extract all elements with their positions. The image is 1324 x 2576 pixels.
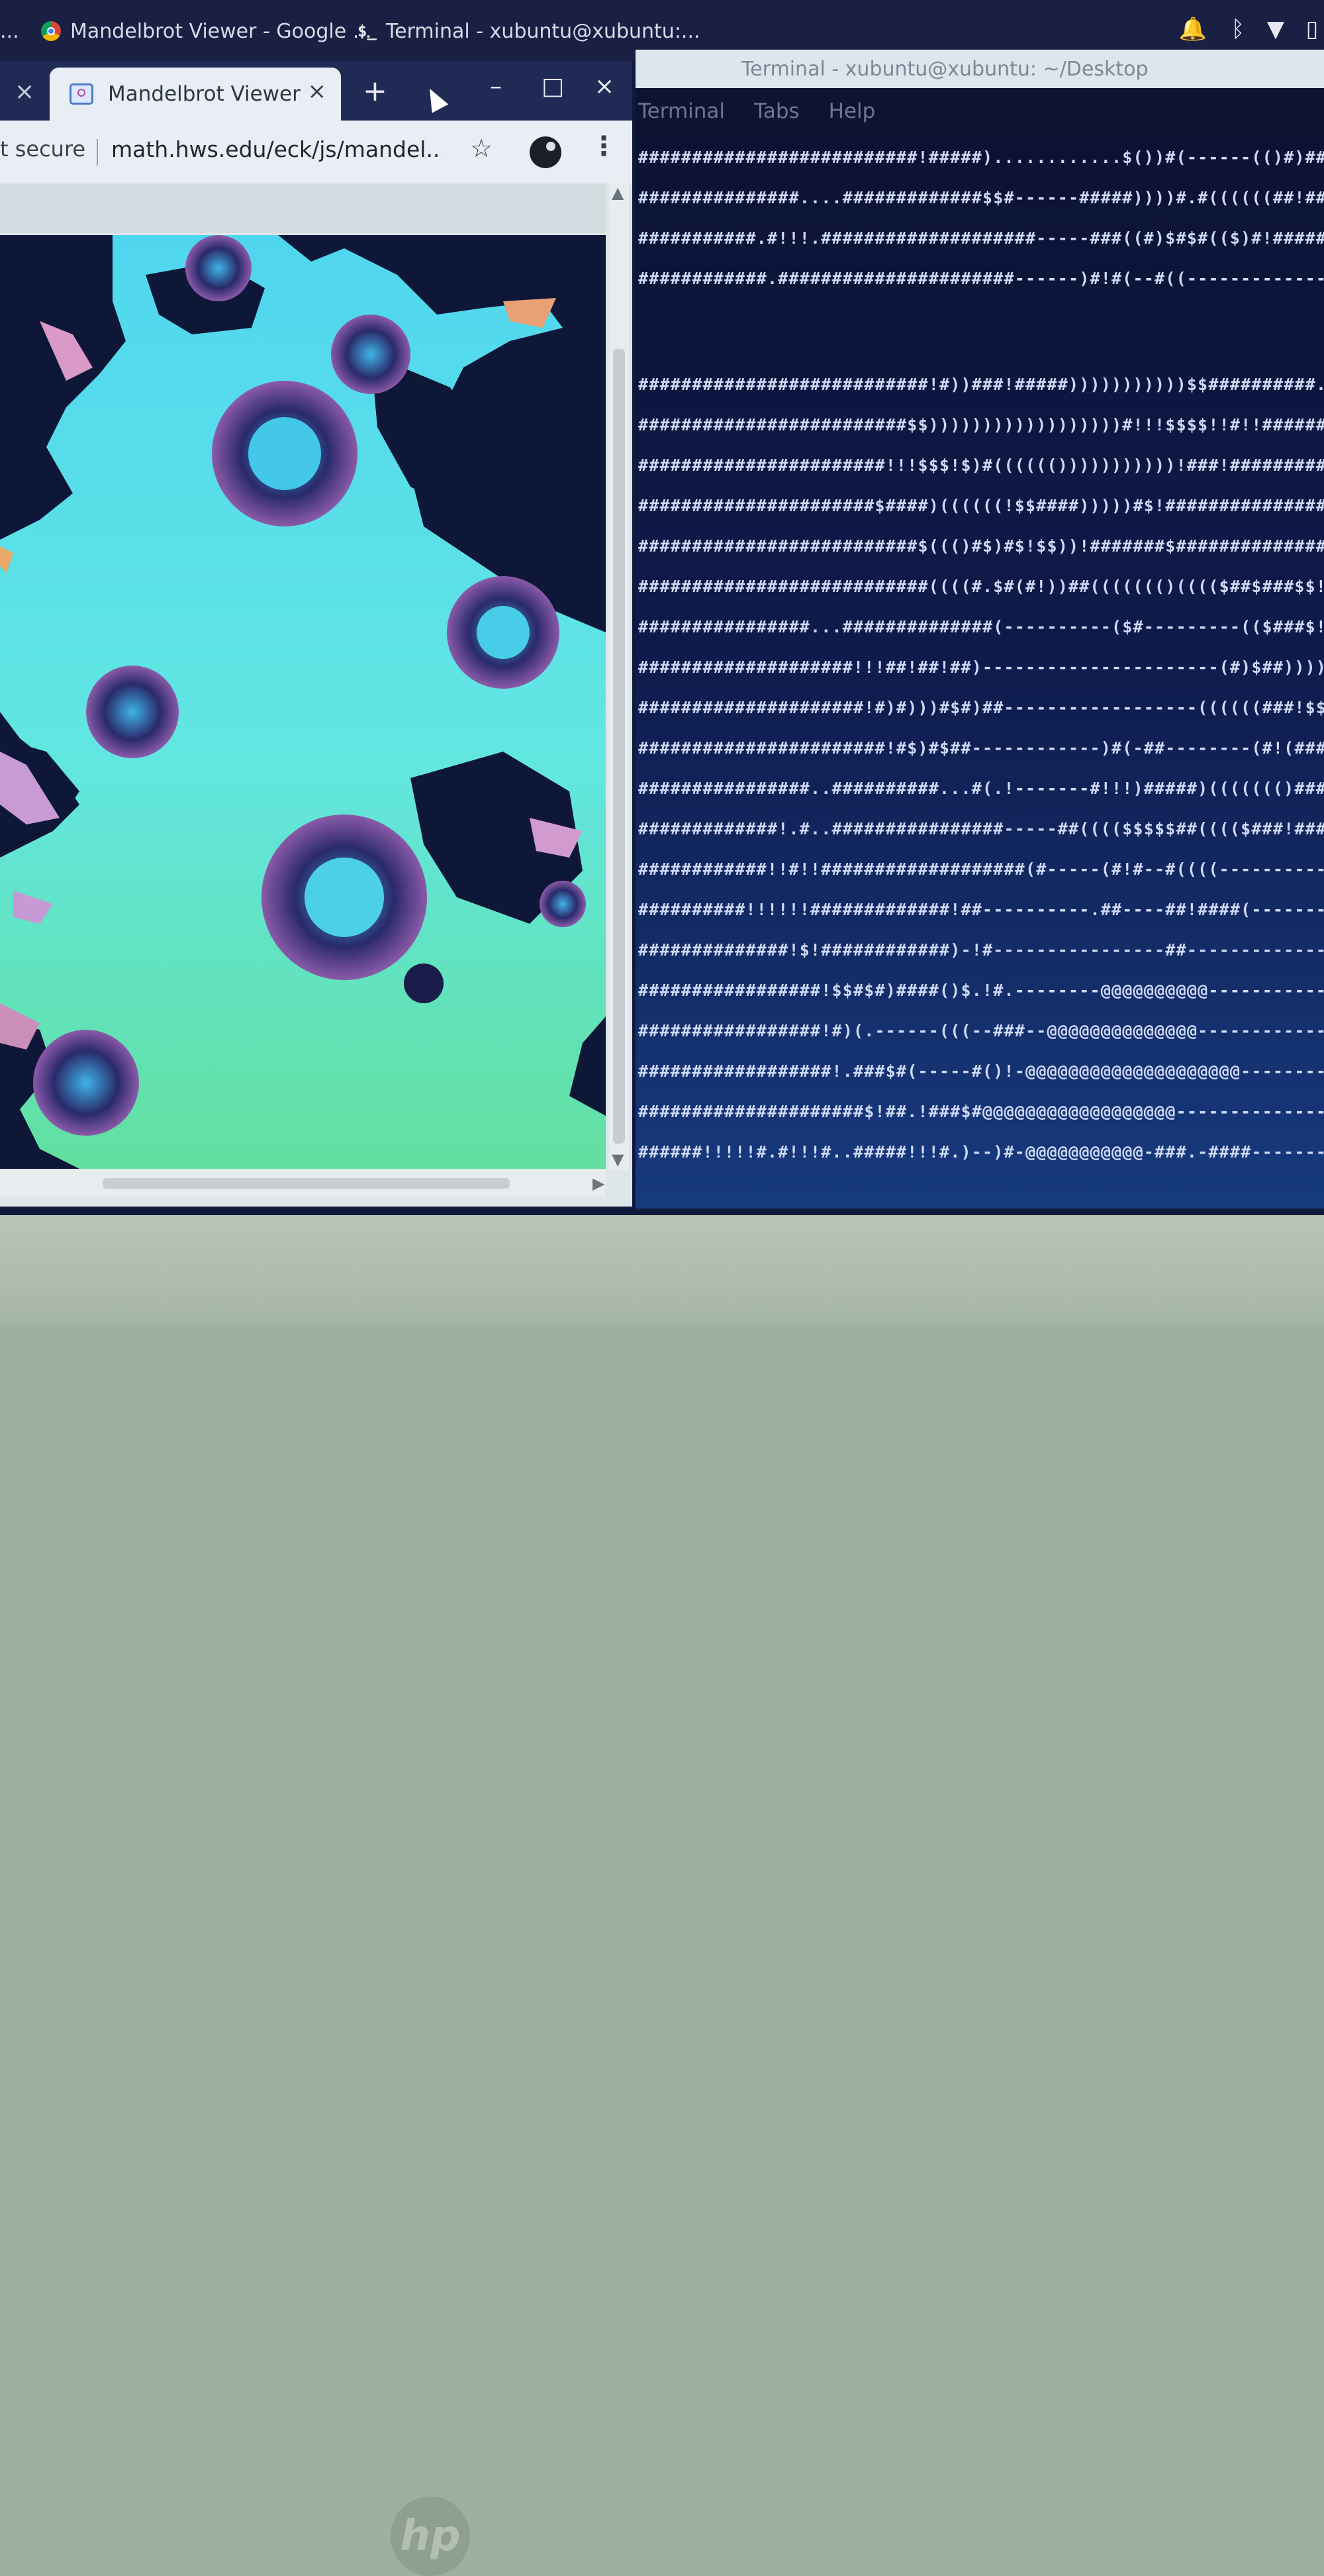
terminal-line: #################!#)(.------(((--###--@@… (638, 1021, 1324, 1040)
maximize-button[interactable]: □ (542, 73, 564, 100)
tab-strip: × Mandelbrot Viewer × + – □ × (0, 61, 632, 121)
terminal-line: ######################$####)((((((!$$###… (638, 496, 1324, 515)
window-close-button[interactable]: × (594, 73, 614, 100)
menu-tabs[interactable]: Tabs (754, 99, 800, 123)
terminal-line: ####################!!!##!##!##)--------… (638, 658, 1324, 677)
page-header-strip (0, 183, 606, 233)
browser-window: × Mandelbrot Viewer × + – □ × t secure m… (0, 61, 632, 1207)
divider (97, 139, 98, 166)
hp-logo: hp (391, 2497, 470, 2576)
horizontal-scrollbar[interactable]: ▶ (0, 1170, 606, 1197)
taskbar-item-chrome[interactable]: Mandelbrot Viewer - Google ... (41, 15, 371, 48)
terminal-line: ###########################!#))###!#####… (638, 375, 1324, 394)
terminal-menubar: Terminal Tabs Help (636, 88, 1324, 134)
fractal-image (0, 235, 606, 1169)
terminal-line: ##############!$!############)-!#-------… (638, 940, 1324, 960)
terminal-line: ############!!#!!###################(#--… (638, 860, 1324, 879)
tab-title: Mandelbrot Viewer (108, 82, 301, 106)
terminal-window[interactable]: Terminal - xubuntu@xubuntu: ~/Desktop Te… (636, 50, 1324, 1209)
bookmark-star-icon[interactable]: ☆ (470, 134, 493, 163)
scroll-down-arrow-icon[interactable]: ▼ (612, 1150, 624, 1169)
panel-overflow: ... (0, 15, 19, 48)
terminal-line: #############!.#..################-----#… (638, 819, 1324, 838)
scrollbar-thumb[interactable] (613, 349, 625, 1144)
browser-toolbar: t secure math.hws.edu/eck/js/mandel... ☆… (0, 121, 632, 183)
vertical-scrollbar[interactable]: ▲ ▼ (609, 183, 629, 1170)
terminal-title: Terminal - xubuntu@xubuntu: ~/Desktop (741, 58, 1149, 81)
terminal-line: ###########.#!!!.####################---… (638, 228, 1324, 248)
mandelbrot-canvas[interactable] (0, 235, 606, 1169)
close-icon[interactable]: × (15, 78, 34, 105)
terminal-line: #####################$!##.!###$#@@@@@@@@… (638, 1102, 1324, 1121)
browser-menu-button[interactable]: ⋮ (591, 131, 617, 162)
terminal-titlebar: Terminal - xubuntu@xubuntu: ~/Desktop (636, 50, 1324, 88)
profile-avatar[interactable] (530, 136, 561, 168)
wifi-icon[interactable]: ▼ (1261, 12, 1290, 46)
scrollbar-thumb[interactable] (103, 1178, 510, 1189)
terminal-line: ###########################((((#.$#(#!))… (638, 577, 1324, 596)
terminal-line: ################..##########...#(.!-----… (638, 779, 1324, 798)
tab-close-button[interactable]: × (308, 78, 327, 105)
minimize-button[interactable]: – (490, 73, 502, 100)
address-bar[interactable]: math.hws.edu/eck/js/mandel... (111, 136, 442, 162)
taskbar-item-label: Mandelbrot Viewer - Google ... (70, 19, 372, 43)
chrome-icon (41, 21, 61, 41)
scroll-up-arrow-icon[interactable]: ▲ (612, 183, 624, 202)
bell-icon[interactable]: 🔔 (1178, 12, 1207, 46)
terminal-line: ############.######################-----… (638, 269, 1324, 288)
battery-icon[interactable]: ▯ (1298, 12, 1324, 46)
taskbar-item-label: Terminal - xubuntu@xubuntu:... (385, 19, 700, 43)
page-content: ▲ ▼ ▶ (0, 183, 632, 1207)
terminal-line: #######################!#$)#$##---------… (638, 738, 1324, 758)
new-tab-button[interactable]: + (363, 74, 387, 108)
menu-help[interactable]: Help (829, 99, 876, 123)
terminal-line: ##########!!!!!!#############!##--------… (638, 900, 1324, 919)
laptop-bezel: hp (0, 1215, 1324, 2576)
terminal-line: ######!!!!!#.#!!!#..#####!!!#.)--)#-@@@@… (638, 1142, 1324, 1162)
terminal-icon: $_ (357, 22, 377, 40)
terminal-line: ##########################$((()#$)#$!$$)… (638, 536, 1324, 556)
terminal-line: #################!$$#$#)####()$.!#.-----… (638, 981, 1324, 1000)
desktop-screen: ... Mandelbrot Viewer - Google ... $_ Te… (0, 0, 1324, 1215)
terminal-line: #########################$$)))))))))))))… (638, 415, 1324, 434)
terminal-line: ##########################!#####).......… (638, 148, 1324, 167)
security-indicator[interactable]: t secure (0, 136, 85, 162)
terminal-line: #####################!#)#)))#$#)##------… (638, 698, 1324, 717)
tab-favicon-icon (70, 83, 93, 105)
bluetooth-icon[interactable]: ᛒ (1223, 12, 1253, 46)
scroll-right-arrow-icon[interactable]: ▶ (592, 1174, 604, 1193)
terminal-line: #######################!!!$$$!$)#(((((()… (638, 456, 1324, 475)
taskbar-item-terminal[interactable]: $_ Terminal - xubuntu@xubuntu:... (357, 15, 700, 48)
terminal-line: ##################!.###$#(-----#()!-@@@@… (638, 1062, 1324, 1081)
terminal-line: ###############....#############$$#-----… (638, 188, 1324, 207)
terminal-line: ################...##############(------… (638, 617, 1324, 636)
menu-terminal[interactable]: Terminal (638, 99, 725, 123)
tab-mandelbrot-viewer[interactable]: Mandelbrot Viewer × (50, 68, 341, 121)
panel-leading-text: ... (0, 19, 19, 43)
